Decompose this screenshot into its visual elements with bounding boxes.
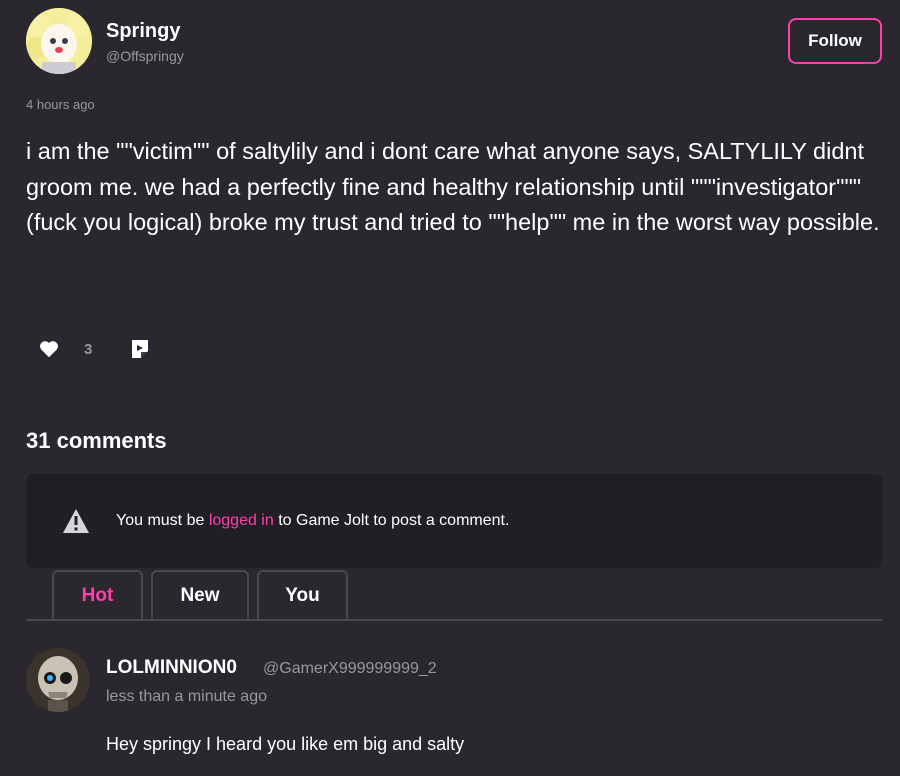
like-count[interactable]: 3 <box>84 341 92 358</box>
post-header: Springy @Offspringy Follow <box>26 8 882 78</box>
follow-button[interactable]: Follow <box>788 18 882 64</box>
heart-icon[interactable] <box>38 338 60 360</box>
notice-prefix: You must be <box>116 512 209 529</box>
post-timestamp: 4 hours ago <box>26 97 95 112</box>
tab-hot[interactable]: Hot <box>52 570 143 620</box>
tabs-divider <box>26 619 882 621</box>
login-notice-text: You must be logged in to Game Jolt to po… <box>116 512 509 530</box>
comment-item: LOLMINNION0 @GamerX999999999_2 less than… <box>26 648 882 768</box>
author-handle[interactable]: @Offspringy <box>106 48 184 64</box>
comment-author[interactable]: LOLMINNION0 <box>106 657 237 679</box>
notice-suffix: to Game Jolt to post a comment. <box>273 512 510 529</box>
author-name[interactable]: Springy <box>106 20 180 43</box>
author-avatar[interactable] <box>26 8 92 74</box>
comment-sort-tabs: Hot New You <box>52 570 356 620</box>
login-link[interactable]: logged in <box>209 512 274 529</box>
tab-you[interactable]: You <box>257 570 348 620</box>
comment-avatar[interactable] <box>26 648 90 712</box>
tab-new[interactable]: New <box>151 570 249 620</box>
post-action-bar: 3 <box>38 336 152 362</box>
post-body: i am the ""victim"" of saltylily and i d… <box>26 138 880 235</box>
comment-time: less than a minute ago <box>106 688 267 705</box>
comment-handle[interactable]: @GamerX999999999_2 <box>263 660 437 678</box>
login-notice: You must be logged in to Game Jolt to po… <box>26 474 882 568</box>
comments-heading: 31 comments <box>26 428 167 453</box>
share-icon[interactable] <box>128 337 152 361</box>
warning-icon <box>62 508 90 534</box>
comment-text: Hey springy I heard you like em big and … <box>106 734 465 754</box>
